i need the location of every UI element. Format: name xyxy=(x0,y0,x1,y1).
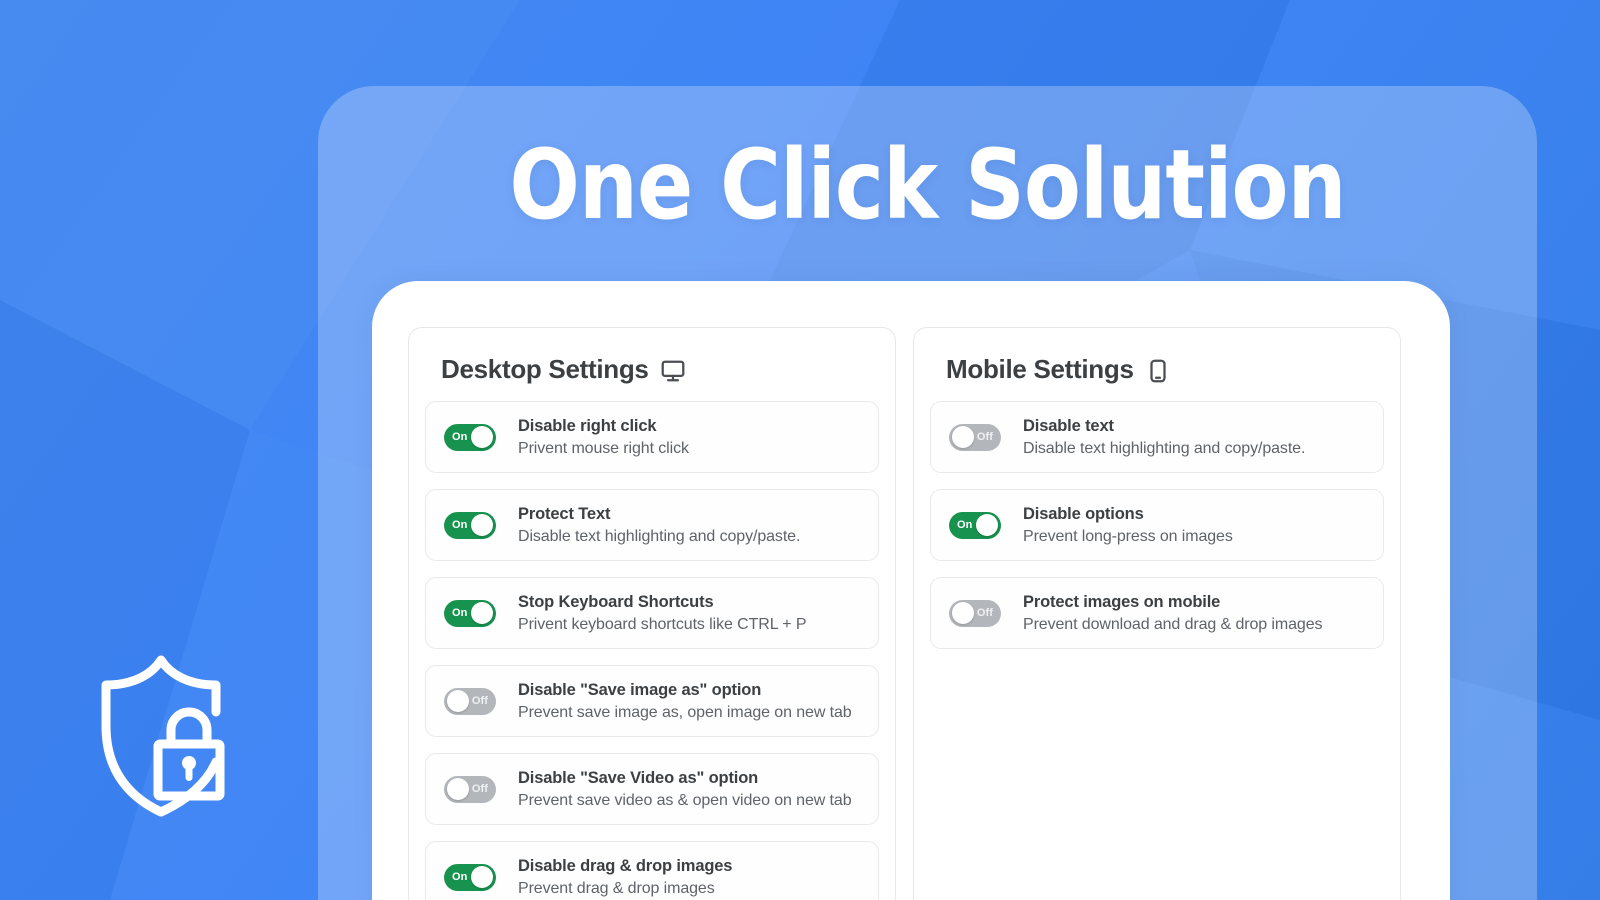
setting-text: Disable right click Privent mouse right c… xyxy=(518,417,689,458)
setting-text: Protect images on mobile Prevent download… xyxy=(1023,592,1323,634)
toggle-knob[interactable] xyxy=(976,514,998,536)
setting-toggle[interactable]: Off xyxy=(444,775,496,803)
setting-text: Protect Text Disable text highlighting an… xyxy=(518,505,800,546)
setting-title: Disable text xyxy=(1023,416,1114,435)
shield-lock-icon xyxy=(96,650,226,820)
setting-text: Stop Keyboard Shortcuts Privent keyboard … xyxy=(518,592,807,634)
setting-title: Disable right click xyxy=(518,416,657,435)
setting-toggle[interactable]: Off xyxy=(949,423,1001,451)
panel-header-desktop: Desktop Settings xyxy=(425,346,879,391)
desktop-monitor-icon xyxy=(660,358,686,384)
toggle-knob[interactable] xyxy=(471,514,493,536)
setting-toggle[interactable]: On xyxy=(444,511,496,539)
settings-panel-mobile: Mobile Settings Off Disable text Disable te… xyxy=(913,327,1401,900)
toggle-state-label: On xyxy=(452,606,468,619)
toggle-knob[interactable] xyxy=(471,866,493,888)
desktop-monitor-icon xyxy=(661,360,685,381)
setting-title: Disable "Save Video as" option xyxy=(518,768,759,787)
panel-title-desktop: Desktop Settings xyxy=(441,354,649,384)
setting-row[interactable]: On Protect Text Disable text highlighting … xyxy=(425,489,879,561)
setting-text: Disable "Save image as" option Prevent sa… xyxy=(518,681,852,722)
toggle-knob[interactable] xyxy=(952,426,974,448)
setting-title: Protect Text xyxy=(518,504,611,523)
toggle-knob[interactable] xyxy=(447,778,469,800)
setting-description: Disable text highlighting and copy/paste… xyxy=(1023,439,1306,457)
setting-row[interactable]: Off Disable text Disable text highlighting… xyxy=(930,401,1384,473)
setting-text: Disable drag & drop images Prevent drag &… xyxy=(518,857,732,898)
panel-header-mobile: Mobile Settings xyxy=(930,346,1384,391)
setting-toggle[interactable]: On xyxy=(949,511,1001,539)
setting-description: Prevent drag & drop images xyxy=(518,879,715,897)
toggle-knob[interactable] xyxy=(952,602,974,624)
toggle-state-label: Off xyxy=(976,430,993,443)
setting-description: Disable text highlighting and copy/paste… xyxy=(518,527,801,545)
setting-title: Disable "Save image as" option xyxy=(518,680,762,699)
toggle-state-label: On xyxy=(957,518,973,531)
setting-title: Disable options xyxy=(1023,504,1144,523)
mobile-phone-icon xyxy=(1149,359,1166,382)
setting-row[interactable]: Off Disable "Save image as" option Prevent… xyxy=(425,665,879,737)
setting-description: Privent keyboard shortcuts like CTRL + P xyxy=(518,615,807,633)
setting-text: Disable options Prevent long-press on ima… xyxy=(1023,505,1233,546)
toggle-state-label: On xyxy=(452,518,468,531)
page-title: One Click Solution xyxy=(509,129,1346,241)
setting-title: Protect images on mobile xyxy=(1023,592,1221,611)
setting-toggle[interactable]: Off xyxy=(949,599,1001,627)
settings-panels: Desktop Settings On Disable right click Pri… xyxy=(408,327,1416,900)
setting-row[interactable]: On Stop Keyboard Shortcuts Privent keyboar… xyxy=(425,577,879,649)
panel-title-mobile: Mobile Settings xyxy=(946,354,1134,384)
setting-toggle[interactable]: Off xyxy=(444,687,496,715)
setting-title: Disable drag & drop images xyxy=(518,856,733,875)
setting-description: Prevent save image as, open image on new… xyxy=(518,703,852,721)
toggle-state-label: On xyxy=(452,430,468,443)
setting-toggle[interactable]: On xyxy=(444,599,496,627)
setting-description: Prevent download and drag & drop images xyxy=(1023,615,1323,633)
setting-text: Disable "Save Video as" option Prevent sa… xyxy=(518,769,852,810)
setting-title: Stop Keyboard Shortcuts xyxy=(518,592,714,611)
toggle-knob[interactable] xyxy=(471,426,493,448)
setting-toggle[interactable]: On xyxy=(444,863,496,891)
setting-row[interactable]: On Disable options Prevent long-press on i… xyxy=(930,489,1384,561)
setting-description: Prevent save video as & open video on ne… xyxy=(518,791,852,809)
toggle-state-label: On xyxy=(452,870,468,883)
settings-panel-desktop: Desktop Settings On Disable right click Pri… xyxy=(408,327,896,900)
toggle-state-label: Off xyxy=(471,694,488,707)
setting-toggle[interactable]: On xyxy=(444,423,496,451)
setting-row[interactable]: Off Disable "Save Video as" option Prevent… xyxy=(425,753,879,825)
toggle-state-label: Off xyxy=(976,606,993,619)
toggle-knob[interactable] xyxy=(447,690,469,712)
setting-row[interactable]: On Disable right click Privent mouse right… xyxy=(425,401,879,473)
toggle-state-label: Off xyxy=(471,782,488,795)
mobile-phone-icon xyxy=(1145,358,1171,384)
setting-row[interactable]: On Disable drag & drop images Prevent drag… xyxy=(425,841,879,900)
promo-screenshot: One Click Solution Desktop Settings On Dis… xyxy=(0,0,1600,900)
setting-text: Disable text Disable text highlighting an… xyxy=(1023,417,1305,458)
setting-description: Privent mouse right click xyxy=(518,439,689,457)
setting-row[interactable]: Off Protect images on mobile Prevent downl… xyxy=(930,577,1384,649)
setting-description: Prevent long-press on images xyxy=(1023,527,1233,545)
toggle-knob[interactable] xyxy=(471,602,493,624)
